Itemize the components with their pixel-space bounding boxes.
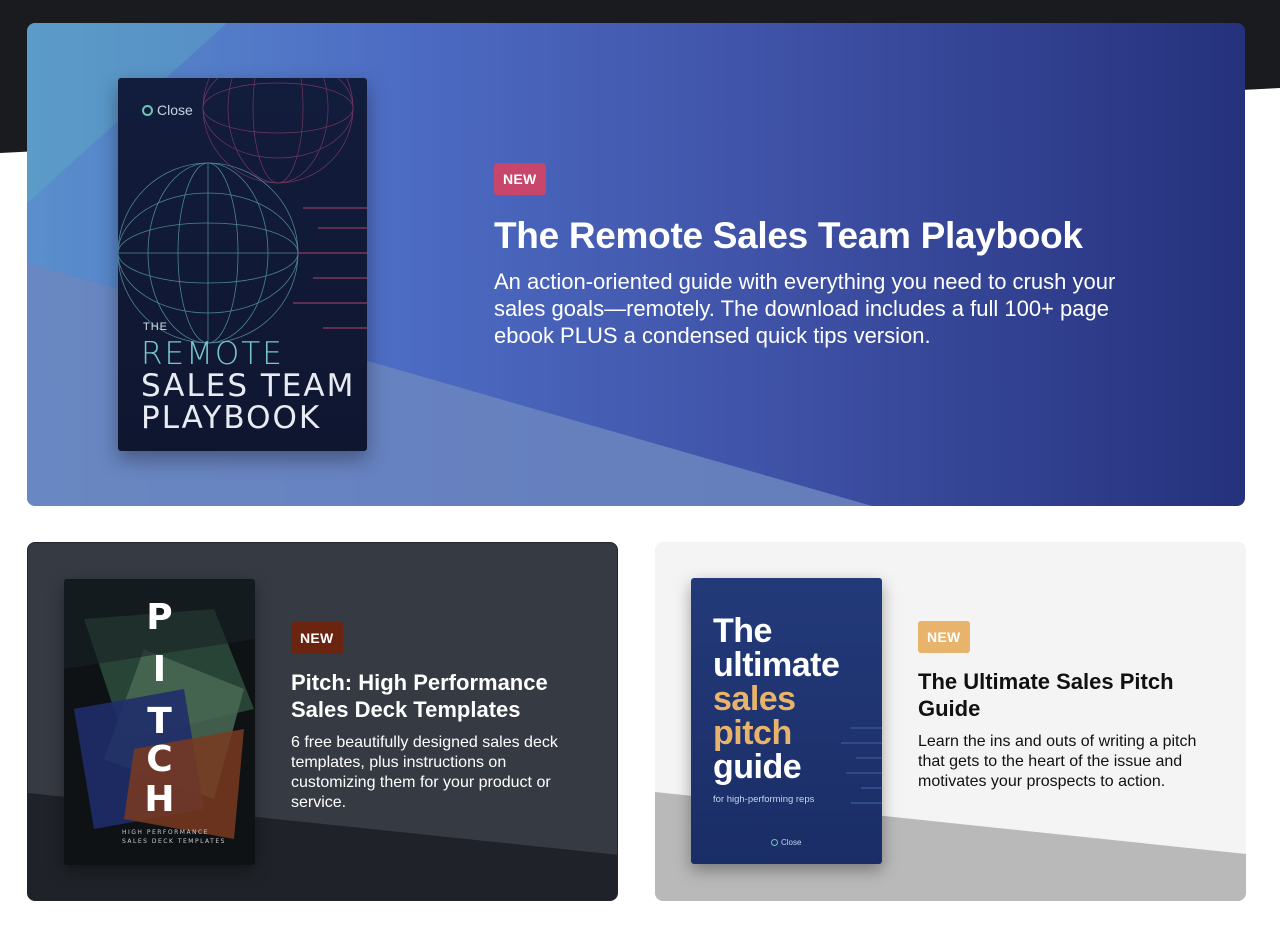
new-badge: NEW — [918, 621, 970, 653]
close-brand-logo: Close — [771, 838, 801, 847]
cover-title-line-1: REMOTE — [141, 336, 284, 372]
pitch-card-title[interactable]: Pitch: High Performance Sales Deck Templ… — [291, 669, 591, 723]
featured-ebook-card[interactable]: Close THE REMOTE SALES TEAM PLAYBOOK NEW… — [27, 23, 1245, 506]
cover-title-line-3: PLAYBOOK — [141, 400, 322, 436]
pitch-letter-t: T — [147, 701, 172, 742]
guide-cover-subtitle: for high-performing reps — [713, 794, 815, 805]
hero-text-block: NEW The Remote Sales Team Playbook An ac… — [494, 163, 1174, 349]
pitch-cover-subtitle-1: HIGH PERFORMANCE — [122, 829, 210, 836]
cover-brand-text: Close — [157, 102, 193, 118]
pitch-card-description: 6 free beautifully designed sales deck t… — [291, 734, 558, 811]
close-logo-icon — [142, 104, 153, 116]
guide-cover-line-4: pitch — [713, 714, 792, 752]
guide-cover-line-1: The — [713, 612, 772, 650]
cover-title-the: THE — [143, 321, 168, 333]
new-badge: NEW — [494, 163, 546, 195]
guide-cover-brand-text: Close — [781, 838, 802, 847]
guide-cover-line-2: ultimate — [713, 646, 840, 684]
guide-card-text: NEW The Ultimate Sales Pitch Guide Learn… — [918, 621, 1218, 792]
pitch-card-text: NEW Pitch: High Performance Sales Deck T… — [291, 622, 591, 813]
pitch-cover[interactable]: P I T C H HIGH PERFORMANCE SALES DECK TE… — [64, 579, 255, 865]
guide-card-description: Learn the ins and outs of writing a pitc… — [918, 733, 1197, 790]
hero-description: An action-oriented guide with everything… — [494, 269, 1116, 348]
close-logo-icon — [771, 839, 778, 846]
pitch-letter-p: P — [146, 597, 173, 638]
pitch-cover-subtitle-2: SALES DECK TEMPLATES — [122, 838, 226, 845]
guide-card-title[interactable]: The Ultimate Sales Pitch Guide — [918, 668, 1218, 722]
pitch-letter-h: H — [144, 779, 175, 820]
pitch-deck-templates-card[interactable]: P I T C H HIGH PERFORMANCE SALES DECK TE… — [27, 542, 618, 901]
guide-cover-line-3: sales — [713, 680, 796, 718]
sales-pitch-guide-cover[interactable]: The ultimate sales pitch guide for high-… — [691, 578, 882, 864]
new-badge: NEW — [291, 622, 343, 654]
sales-pitch-guide-card[interactable]: The ultimate sales pitch guide for high-… — [655, 542, 1246, 901]
hero-title[interactable]: The Remote Sales Team Playbook — [494, 214, 1174, 258]
guide-cover-line-5: guide — [713, 748, 802, 786]
pitch-letter-i: I — [152, 649, 167, 690]
cover-title-line-2: SALES TEAM — [141, 368, 356, 404]
remote-sales-playbook-cover[interactable]: Close THE REMOTE SALES TEAM PLAYBOOK — [118, 78, 367, 451]
close-brand-logo: Close — [142, 102, 193, 118]
pitch-letter-c: C — [146, 739, 173, 780]
